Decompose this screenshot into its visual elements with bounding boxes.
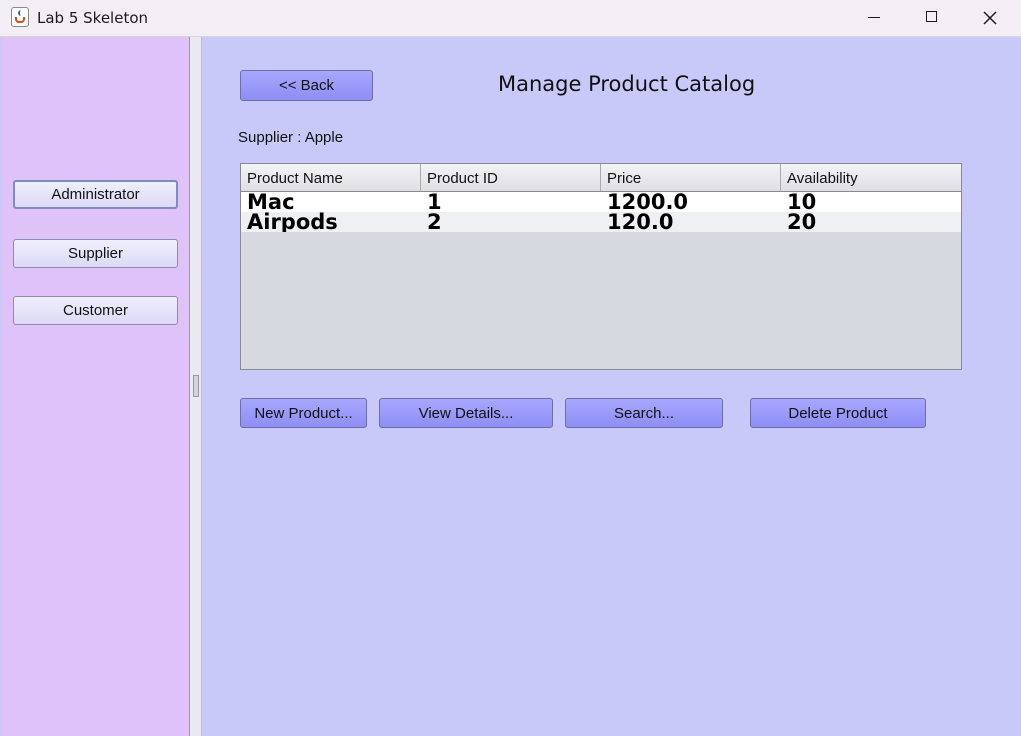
divider-grip-icon[interactable]	[193, 375, 199, 397]
new-product-button[interactable]: New Product...	[240, 398, 367, 428]
cell-product-name: Mac	[247, 192, 295, 212]
table-header: Product Name Product ID Price Availabili…	[241, 164, 961, 192]
search-button[interactable]: Search...	[565, 398, 723, 428]
cell-price: 1200.0	[607, 192, 689, 212]
cell-product-name: Airpods	[247, 212, 338, 232]
maximize-icon[interactable]	[904, 0, 960, 36]
table-row[interactable]: Mac 1 1200.0 10	[241, 192, 961, 212]
cell-price: 120.0	[607, 212, 674, 232]
table-row[interactable]: Airpods 2 120.0 20	[241, 212, 961, 232]
window-title: Lab 5 Skeleton	[37, 9, 149, 27]
java-app-icon	[11, 7, 29, 27]
product-table[interactable]: Product Name Product ID Price Availabili…	[240, 163, 962, 370]
supplier-button[interactable]: Supplier	[13, 239, 178, 268]
split-pane-divider[interactable]	[190, 37, 202, 736]
minimize-icon[interactable]	[846, 0, 902, 36]
cell-product-id: 1	[427, 192, 442, 212]
cell-availability: 10	[787, 192, 817, 212]
administrator-button[interactable]: Administrator	[13, 180, 178, 209]
sidebar: Administrator Supplier Customer	[2, 37, 190, 736]
delete-product-button[interactable]: Delete Product	[750, 398, 926, 428]
column-header-product-name[interactable]: Product Name	[241, 164, 421, 191]
title-bar: Lab 5 Skeleton	[0, 0, 1021, 37]
page-title: Manage Product Catalog	[498, 72, 756, 96]
cell-availability: 20	[787, 212, 817, 232]
customer-button[interactable]: Customer	[13, 296, 178, 325]
supplier-label: Supplier : Apple	[238, 129, 344, 146]
close-icon[interactable]	[962, 0, 1018, 36]
column-header-availability[interactable]: Availability	[781, 164, 961, 191]
cell-product-id: 2	[427, 212, 442, 232]
view-details-button[interactable]: View Details...	[379, 398, 553, 428]
column-header-product-id[interactable]: Product ID	[421, 164, 601, 191]
column-header-price[interactable]: Price	[601, 164, 781, 191]
main-panel: << Back Manage Product Catalog Supplier …	[202, 37, 1021, 736]
back-button[interactable]: << Back	[240, 70, 373, 101]
